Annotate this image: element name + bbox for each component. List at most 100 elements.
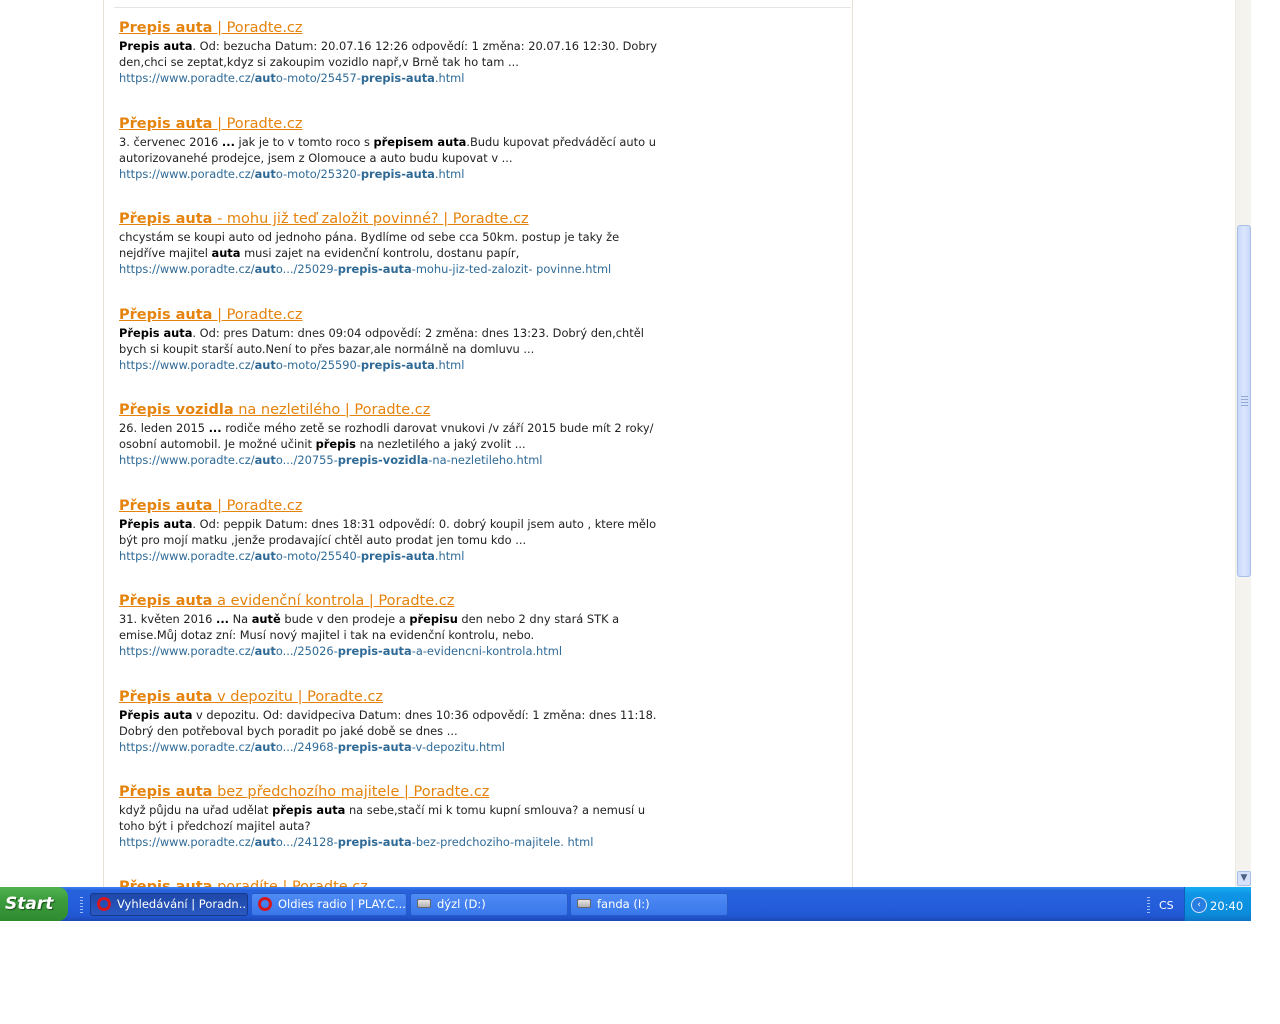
result-title-link[interactable]: Přepis auta | Poradte.cz — [119, 306, 679, 325]
search-result: Přepis auta | Poradte.cz Přepis auta. Od:… — [119, 497, 679, 564]
scroll-down-arrow-icon[interactable]: ▼ — [1237, 871, 1251, 886]
snippet-line: toho být i předchozí majitel auta? — [119, 818, 679, 834]
snippet-text: osobní automobil. Je možné učinit — [119, 437, 316, 451]
snippet-text: 3. červenec 2016 — [119, 135, 222, 149]
snippet-line: Přepis auta v depozitu. Od: davidpeciva … — [119, 707, 679, 723]
scrollbar-thumb[interactable] — [1237, 225, 1251, 577]
snippet-text: autorizovanehé prodejce, jsem z Olomouce… — [119, 151, 513, 165]
result-title-link[interactable]: Přepis auta a evidenční kontrola | Porad… — [119, 592, 679, 611]
result-url-link[interactable]: https://www.poradte.cz/auto-moto/25457-p… — [119, 70, 679, 86]
snippet-line: osobní automobil. Je možné učinit přepis… — [119, 436, 679, 452]
snippet-line: 3. červenec 2016 ... jak je to v tomto r… — [119, 134, 679, 150]
result-url-link[interactable]: https://www.poradte.cz/auto.../25029-pre… — [119, 261, 679, 277]
snippet-highlight: přepis — [315, 437, 356, 451]
result-url-link[interactable]: https://www.poradte.cz/auto-moto/25320-p… — [119, 166, 679, 182]
snippet-highlight: autě — [251, 612, 281, 626]
snippet-text: bude v den prodeje a — [280, 612, 410, 626]
snippet-text: 26. leden 2015 — [119, 421, 209, 435]
result-title-link[interactable]: Přepis auta bez předchozího majitele | P… — [119, 783, 679, 802]
url-text: https://www.poradte.cz/ — [119, 835, 255, 849]
taskbar-button[interactable]: Oldies radio | PLAY.C... — [251, 893, 407, 916]
taskbar-button[interactable]: Vyhledávání | Poradn... — [90, 893, 248, 916]
result-snippet: Přepis auta. Od: peppik Datum: dnes 18:3… — [119, 516, 679, 548]
snippet-line: být pro mojí matku ,jenže prodavající ch… — [119, 532, 679, 548]
url-text: o.../24968- — [275, 740, 338, 754]
url-highlight: aut — [254, 835, 276, 849]
url-highlight: aut — [254, 167, 276, 181]
taskbar-button[interactable]: dýzl (D:) — [410, 893, 568, 916]
snippet-line: Přepis auta. Od: pres Datum: dnes 09:04 … — [119, 325, 679, 341]
result-title-link[interactable]: Přepis auta | Poradte.cz — [119, 497, 679, 516]
snippet-line: Prepis auta. Od: bezucha Datum: 20.07.16… — [119, 38, 679, 54]
snippet-text: nejdříve majitel — [119, 246, 212, 260]
chevron-left-icon[interactable]: ‹ — [1191, 897, 1207, 913]
snippet-highlight: ... — [208, 421, 222, 435]
result-title-link[interactable]: Přepis vozidla na nezletilého | Poradte.… — [119, 401, 679, 420]
result-title-link[interactable]: Přepis auta | Poradte.cz — [119, 115, 679, 134]
result-snippet: chcystám se koupi auto od jednoho pána. … — [119, 229, 679, 261]
tray-grip[interactable] — [1147, 897, 1150, 913]
snippet-text: den nebo 2 dny stará STK a — [457, 612, 620, 626]
result-title-link[interactable]: Přepis auta v depozitu | Poradte.cz — [119, 688, 679, 707]
result-title-bold: Přepis auta — [119, 879, 213, 887]
result-url-link[interactable]: https://www.poradte.cz/auto.../24968-pre… — [119, 739, 679, 755]
result-snippet: Prepis auta. Od: bezucha Datum: 20.07.16… — [119, 38, 679, 70]
search-result: Prepis auta | Poradte.cz Prepis auta. Od:… — [119, 19, 679, 86]
snippet-text: .Budu kupovat předváděcí auto u — [466, 135, 656, 149]
result-title-bold: Prepis auta — [119, 20, 213, 36]
taskbar-button[interactable]: fanda (I:) — [570, 893, 728, 916]
url-highlight: aut — [254, 549, 276, 563]
clock[interactable]: 20:40 — [1210, 899, 1243, 913]
url-text: o-moto/25540- — [275, 549, 361, 563]
taskbar-grip[interactable] — [80, 897, 83, 913]
result-title-bold: Přepis auta — [119, 211, 213, 227]
snippet-line: bych si koupit starší auto.Není to přes … — [119, 341, 679, 357]
url-text: .html — [434, 71, 465, 85]
snippet-text: emise.Můj dotaz zní: Musí nový majitel i… — [119, 628, 535, 642]
result-title-link[interactable]: Přepis auta - mohu již teď založit povin… — [119, 210, 679, 229]
snippet-text: Dobrý den potřeboval bych poradit po jak… — [119, 724, 458, 738]
url-text: o-moto/25320- — [275, 167, 361, 181]
search-result: Přepis auta poradíte | Poradte.cz — [119, 878, 679, 887]
url-text: https://www.poradte.cz/ — [119, 549, 255, 563]
snippet-text: . Od: bezucha Datum: 20.07.16 12:26 odpo… — [192, 39, 658, 53]
url-highlight: aut — [254, 71, 276, 85]
language-indicator[interactable]: CS — [1159, 899, 1174, 912]
url-text: https://www.poradte.cz/ — [119, 644, 255, 658]
result-snippet: když půjdu na uřad udělat přepis auta na… — [119, 802, 679, 834]
url-text: https://www.poradte.cz/ — [119, 167, 255, 181]
snippet-highlight: auta — [211, 246, 241, 260]
opera-icon — [258, 897, 272, 911]
url-text: .html — [434, 167, 465, 181]
snippet-highlight: přepisem auta — [373, 135, 467, 149]
screen: Prepis auta | Poradte.cz Prepis auta. Od:… — [0, 0, 1251, 921]
url-text: o.../25026- — [275, 644, 338, 658]
search-result: Přepis auta v depozitu | Poradte.cz Přepi… — [119, 688, 679, 755]
url-text: https://www.poradte.cz/ — [119, 71, 255, 85]
result-url-link[interactable]: https://www.poradte.cz/auto-moto/25540-p… — [119, 548, 679, 564]
result-title-rest: | Poradte.cz — [212, 498, 303, 514]
search-result: Přepis auta - mohu již teď založit povin… — [119, 210, 679, 277]
snippet-line: nejdříve majitel auta musi zajet na evid… — [119, 245, 679, 261]
url-highlight: aut — [254, 740, 276, 754]
snippet-line: Dobrý den potřeboval bych poradit po jak… — [119, 723, 679, 739]
result-title-bold: Přepis auta — [119, 498, 213, 514]
url-text: -a-evidencni-kontrola.html — [411, 644, 562, 658]
result-title-link[interactable]: Prepis auta | Poradte.cz — [119, 19, 679, 38]
start-button[interactable]: Start — [0, 887, 68, 921]
snippet-text: chcystám se koupi auto od jednoho pána. … — [119, 230, 620, 244]
result-url-link[interactable]: https://www.poradte.cz/auto-moto/25590-p… — [119, 357, 679, 373]
url-text: o.../24128- — [275, 835, 338, 849]
result-title-bold: Přepis auta — [119, 593, 213, 609]
result-title-link[interactable]: Přepis auta poradíte | Poradte.cz — [119, 878, 679, 887]
result-snippet: 31. květen 2016 ... Na autě bude v den p… — [119, 611, 679, 643]
result-url-link[interactable]: https://www.poradte.cz/auto.../20755-pre… — [119, 452, 679, 468]
url-text: o-moto/25590- — [275, 358, 361, 372]
url-text: https://www.poradte.cz/ — [119, 453, 255, 467]
result-url-link[interactable]: https://www.poradte.cz/auto.../25026-pre… — [119, 643, 679, 659]
browser-page: Prepis auta | Poradte.cz Prepis auta. Od:… — [0, 0, 1235, 887]
result-url-link[interactable]: https://www.poradte.cz/auto.../24128-pre… — [119, 834, 679, 850]
vertical-scrollbar[interactable]: ▼ — [1235, 0, 1251, 887]
snippet-text: toho být i předchozí majitel auta? — [119, 819, 311, 833]
url-highlight: aut — [254, 262, 276, 276]
